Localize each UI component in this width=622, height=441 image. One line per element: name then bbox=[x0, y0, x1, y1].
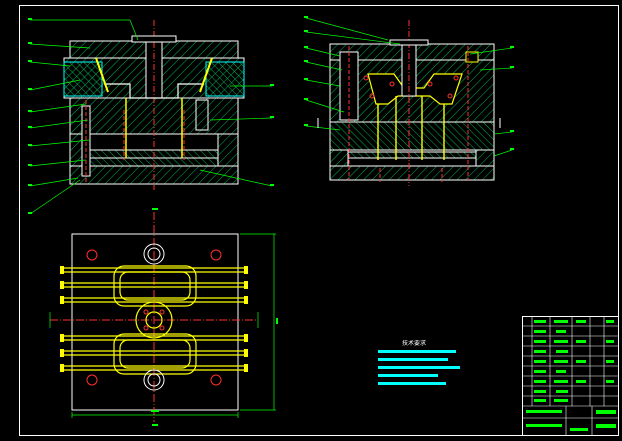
front-section-view bbox=[28, 18, 274, 215]
plan-view bbox=[49, 208, 278, 426]
mold-assembly-drawing bbox=[19, 5, 619, 436]
technical-notes-title: 技术要求 bbox=[402, 340, 427, 347]
title-block bbox=[522, 316, 619, 436]
technical-notes-lines bbox=[378, 350, 460, 385]
side-section-view bbox=[304, 16, 514, 186]
